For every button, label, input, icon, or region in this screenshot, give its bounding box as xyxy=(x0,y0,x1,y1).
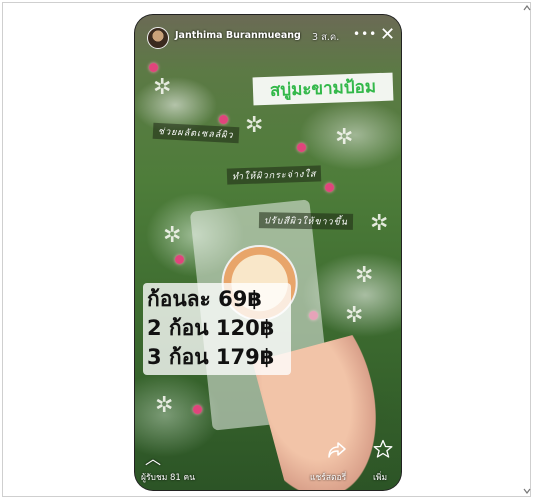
pink-flower xyxy=(325,183,334,192)
post-date: 3 ส.ค. xyxy=(312,32,340,43)
scrollbar[interactable] xyxy=(523,4,531,495)
title-sticker: สบู่มะขามป้อม xyxy=(252,72,394,106)
more-label[interactable]: เพิ่ม xyxy=(373,470,387,484)
white-flower: ✲ xyxy=(355,263,374,288)
pink-flower xyxy=(149,63,158,72)
white-flower: ✲ xyxy=(245,113,264,138)
price-line-3: 3 ก้อน 179฿ xyxy=(147,345,275,369)
price-sticker: ก้อนละ 69฿ 2 ก้อน 120฿ 3 ก้อน 179฿ xyxy=(143,283,291,375)
white-flower: ✲ xyxy=(163,223,182,248)
pink-flower xyxy=(193,405,202,414)
story-header: Janthima Buranmueang 3 ส.ค. ••• ✕ xyxy=(135,15,401,55)
avatar[interactable] xyxy=(147,27,169,49)
pink-flower xyxy=(175,255,184,264)
close-icon[interactable]: ✕ xyxy=(380,24,395,45)
white-flower: ✲ xyxy=(370,211,389,236)
share-story-label[interactable]: แชร์สตอรี่ xyxy=(310,470,346,484)
chevron-up-icon[interactable]: ︿ xyxy=(145,445,161,469)
star-outline-icon[interactable] xyxy=(373,439,393,463)
author-name[interactable]: Janthima Buranmueang xyxy=(175,30,301,41)
pink-flower xyxy=(219,115,228,124)
story-viewer[interactable]: ✲ ✲ ✲ ✲ ✲ ✲ ✲ ✲ Janthima Buranmueang 3 ส… xyxy=(135,15,401,490)
benefit-tag-3: ปรับสีผิวให้ขาวขึ้น xyxy=(258,212,354,230)
benefit-tag-2: ทำให้ผิวกระจ่างใส xyxy=(226,165,322,185)
white-flower: ✲ xyxy=(155,393,174,418)
white-flower: ✲ xyxy=(153,75,172,100)
viewer-count[interactable]: ผู้รับชม 81 คน xyxy=(141,470,195,484)
pink-flower xyxy=(297,143,306,152)
more-icon[interactable]: ••• xyxy=(353,27,377,41)
share-arrow-icon[interactable] xyxy=(327,441,347,463)
white-flower: ✲ xyxy=(335,125,354,150)
white-flower: ✲ xyxy=(345,303,364,328)
